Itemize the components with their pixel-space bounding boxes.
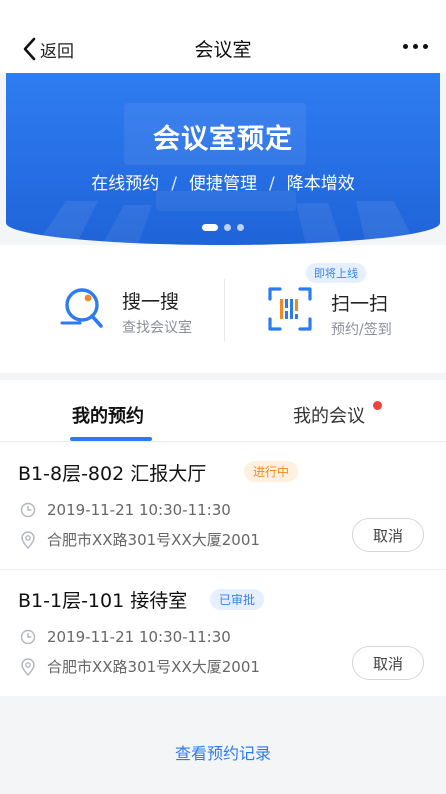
- scan-subtitle: 预约/签到: [331, 322, 392, 338]
- more-menu-icon[interactable]: [403, 44, 428, 49]
- scan-action[interactable]: 扫一扫 预约/签到: [225, 245, 446, 373]
- tab-my-reservations[interactable]: 我的预约: [72, 402, 144, 428]
- search-icon: [60, 288, 103, 328]
- carousel-indicator[interactable]: [6, 224, 440, 231]
- reservation-address: 合肥市XX路301号XX大厦2001: [20, 529, 260, 550]
- quick-actions: 搜一搜 查找会议室 即将上线 扫一扫 预约/签到: [0, 245, 446, 373]
- reservation-card[interactable]: B1-8层-802 汇报大厅 进行中 2019-11-21 10:30-11:3…: [0, 443, 446, 569]
- cancel-button[interactable]: 取消: [352, 646, 424, 680]
- status-badge: 进行中: [244, 461, 299, 482]
- notification-dot: [373, 401, 382, 410]
- location-pin-icon: [21, 530, 35, 549]
- reservation-panel: 我的预约 我的会议 B1-8层-802 汇报大厅 进行中 2019-11-21 …: [0, 380, 446, 696]
- search-action[interactable]: 搜一搜 查找会议室: [0, 245, 224, 373]
- active-tab-indicator: [70, 437, 152, 441]
- room-name: B1-8层-802 汇报大厅: [18, 463, 207, 485]
- scan-title: 扫一扫: [331, 293, 389, 315]
- clock-icon: [20, 629, 36, 645]
- slogan-3: 降本增效: [286, 174, 355, 194]
- reservation-card[interactable]: B1-1层-101 接待室 已审批 2019-11-21 10:30-11:30…: [0, 570, 446, 696]
- status-badge: 已审批: [210, 589, 265, 610]
- room-name: B1-1层-101 接待室: [18, 590, 188, 612]
- carousel-dot[interactable]: [202, 224, 218, 231]
- address-text: 合肥市XX路301号XX大厦2001: [47, 531, 260, 549]
- view-records-link[interactable]: 查看预约记录: [0, 740, 446, 764]
- address-text: 合肥市XX路301号XX大厦2001: [47, 658, 260, 676]
- nav-bar: 返回 会议室: [0, 0, 446, 73]
- banner-illustration: [36, 103, 416, 245]
- cancel-button[interactable]: 取消: [352, 518, 424, 552]
- slogan-1: 在线预约: [91, 174, 160, 194]
- reservation-address: 合肥市XX路301号XX大厦2001: [20, 656, 260, 677]
- reservation-time: 2019-11-21 10:30-11:30: [20, 501, 231, 519]
- reservation-time: 2019-11-21 10:30-11:30: [20, 628, 231, 646]
- page-title: 会议室: [194, 39, 252, 61]
- clock-icon: [20, 502, 36, 518]
- scan-icon: [268, 287, 312, 331]
- banner-subtitle: 在线预约 / 便捷管理 / 降本增效: [6, 169, 440, 194]
- slogan-2: 便捷管理: [189, 174, 257, 194]
- location-pin-icon: [21, 657, 35, 676]
- search-title: 搜一搜: [122, 291, 180, 313]
- search-subtitle: 查找会议室: [122, 320, 192, 336]
- slogan-separator: /: [269, 174, 275, 194]
- banner-title: 会议室预定: [153, 124, 293, 155]
- carousel-dot[interactable]: [224, 224, 231, 231]
- time-text: 2019-11-21 10:30-11:30: [47, 628, 231, 646]
- banner-carousel[interactable]: 会议室预定 在线预约 / 便捷管理 / 降本增效: [6, 73, 440, 245]
- slogan-separator: /: [171, 174, 177, 194]
- carousel-dot[interactable]: [237, 224, 244, 231]
- tab-my-meetings[interactable]: 我的会议: [293, 402, 365, 428]
- time-text: 2019-11-21 10:30-11:30: [47, 501, 231, 519]
- tab-bar: 我的预约 我的会议: [0, 380, 446, 442]
